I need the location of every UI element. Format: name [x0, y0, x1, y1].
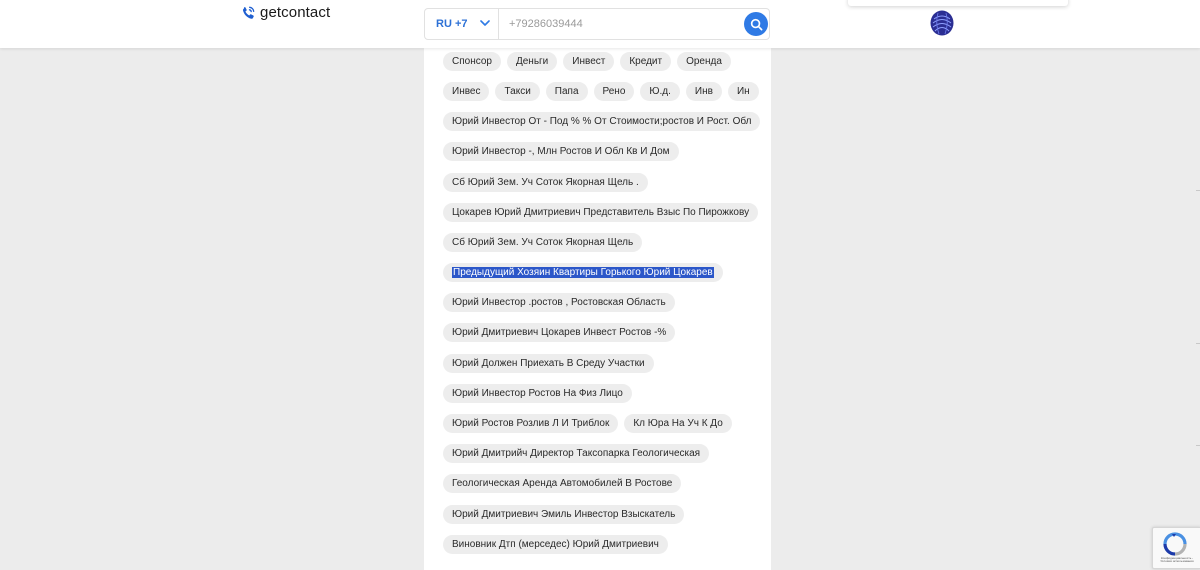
- tag-row: Юрий Дмитриевич Цокарев Инвест Ростов -%: [443, 318, 759, 348]
- site-header: getcontact RU +7: [0, 0, 1200, 48]
- tag-row: Юрий Инвестор .ростов , Ростовская Облас…: [443, 288, 759, 318]
- tag-row: Юрий Инвестор От - Под % % От Стоимости;…: [443, 107, 761, 137]
- tag-chip[interactable]: Кредит: [620, 51, 672, 71]
- logo[interactable]: getcontact: [240, 4, 330, 21]
- selected-text: Предыдущий Хозяин Квартиры Горького Юрий…: [452, 267, 714, 279]
- tag-chip[interactable]: Юрий Дмитриевич Цокарев Инвест Ростов -%: [443, 323, 676, 343]
- tag-chip[interactable]: Виновник Дтп (мерседес) Юрий Дмитриевич: [443, 534, 668, 554]
- fingerprint-avatar-icon: [930, 10, 954, 36]
- tag-chip[interactable]: Такси: [495, 81, 540, 101]
- scrollbar-tick: [1196, 190, 1200, 191]
- tags-panel: Спонсор Деньги Инвест Кредит Оренда Инвес Такс…: [424, 0, 771, 570]
- recaptcha-badge[interactable]: Конфиденциальность - Условия использован…: [1152, 527, 1200, 569]
- recaptcha-icon: [1163, 532, 1187, 556]
- tag-row: Предыдущий Хозяин Квартиры Горького Юрий…: [443, 258, 759, 288]
- tag-chip[interactable]: Сб Юрий Зем. Уч Соток Якорная Щель .: [443, 172, 648, 192]
- phone-search-box: RU +7: [424, 8, 770, 40]
- tag-row: Геологическая Аренда Автомобилей В Росто…: [443, 469, 759, 499]
- tag-chip[interactable]: Юрий Ростов Розлив Л И Триблок: [443, 414, 619, 434]
- tag-row: Юрий Должен Приехать В Среду Участки: [443, 348, 759, 378]
- tag-row: Юрий Инвестор -, Млн Ростов И Обл Кв И Д…: [443, 137, 759, 167]
- tag-chip[interactable]: Инвест: [563, 51, 615, 71]
- country-code-select[interactable]: RU +7: [425, 9, 499, 39]
- phone-icon: [242, 6, 255, 19]
- tag-chip[interactable]: Юрий Дмитрийч Директор Таксопарка Геолог…: [443, 444, 710, 464]
- tag-row: Юрий Дмитрийч Директор Таксопарка Геолог…: [443, 439, 759, 469]
- tag-chip[interactable]: Деньги: [506, 51, 558, 71]
- tag-list: Спонсор Деньги Инвест Кредит Оренда Инвес Такс…: [443, 21, 761, 559]
- tag-row: Сб Юрий Зем. Уч Соток Якорная Щель: [443, 227, 759, 257]
- avatar[interactable]: [930, 10, 954, 36]
- country-code-label: RU +7: [436, 18, 468, 30]
- search-button[interactable]: [744, 12, 768, 36]
- tag-chip[interactable]: Папа: [545, 81, 588, 101]
- tag-chip[interactable]: Геологическая Аренда Автомобилей В Росто…: [443, 474, 682, 494]
- tag-chip[interactable]: Юрий Инвестор -, Млн Ростов И Обл Кв И Д…: [443, 142, 679, 162]
- search-icon: [750, 18, 762, 30]
- tag-chip[interactable]: Оренда: [677, 51, 731, 71]
- tag-chip[interactable]: Рено: [593, 81, 635, 101]
- tag-row: Юрий Инвестор Ростов На Физ Лицо: [443, 378, 759, 408]
- tag-row: Юрий Дмитриевич Эмиль Инвестор Взыскател…: [443, 499, 759, 529]
- tag-chip[interactable]: Кл Юра На Уч К До: [624, 414, 732, 434]
- scrollbar-tick: [1196, 445, 1200, 446]
- phone-number-input[interactable]: [509, 12, 729, 36]
- tag-chip[interactable]: Инвес: [443, 81, 490, 101]
- dropdown-popup: [848, 0, 1068, 6]
- tag-chip[interactable]: Юрий Должен Приехать В Среду Участки: [443, 353, 654, 373]
- tag-chip[interactable]: Юрий Инвестор От - Под % % От Стоимости;…: [443, 112, 761, 132]
- tag-row: Цокарев Юрий Дмитриевич Представитель Вз…: [443, 197, 759, 227]
- tag-chip[interactable]: Спонсор: [443, 51, 501, 71]
- tag-chip[interactable]: Ин: [727, 81, 759, 101]
- tag-chip[interactable]: Юрий Дмитриевич Эмиль Инвестор Взыскател…: [443, 504, 685, 524]
- scrollbar-tick: [1196, 343, 1200, 344]
- tag-chip[interactable]: Сб Юрий Зем. Уч Соток Якорная Щель: [443, 232, 643, 252]
- tag-chip[interactable]: Предыдущий Хозяин Квартиры Горького Юрий…: [443, 263, 723, 283]
- recaptcha-text: Конфиденциальность - Условия использован…: [1160, 556, 1194, 563]
- tag-row: Виновник Дтп (мерседес) Юрий Дмитриевич: [443, 529, 759, 559]
- chevron-down-icon: [480, 20, 490, 26]
- tag-chip[interactable]: Ю.д.: [640, 81, 680, 101]
- tag-row: Спонсор Деньги Инвест Кредит Оренда: [443, 46, 759, 76]
- tag-row: Инвес Такси Папа Рено Ю.д. Инв Ин: [443, 76, 759, 106]
- tag-chip[interactable]: Юрий Инвестор Ростов На Физ Лицо: [443, 383, 632, 403]
- tag-row: Сб Юрий Зем. Уч Соток Якорная Щель .: [443, 167, 759, 197]
- tag-row: Юрий Ростов Розлив Л И Триблок Кл Юра На …: [443, 408, 759, 438]
- logo-text: getcontact: [260, 4, 331, 21]
- tag-chip[interactable]: Юрий Инвестор .ростов , Ростовская Облас…: [443, 293, 675, 313]
- tag-chip[interactable]: Цокарев Юрий Дмитриевич Представитель Вз…: [443, 202, 759, 222]
- tag-chip[interactable]: Инв: [685, 81, 722, 101]
